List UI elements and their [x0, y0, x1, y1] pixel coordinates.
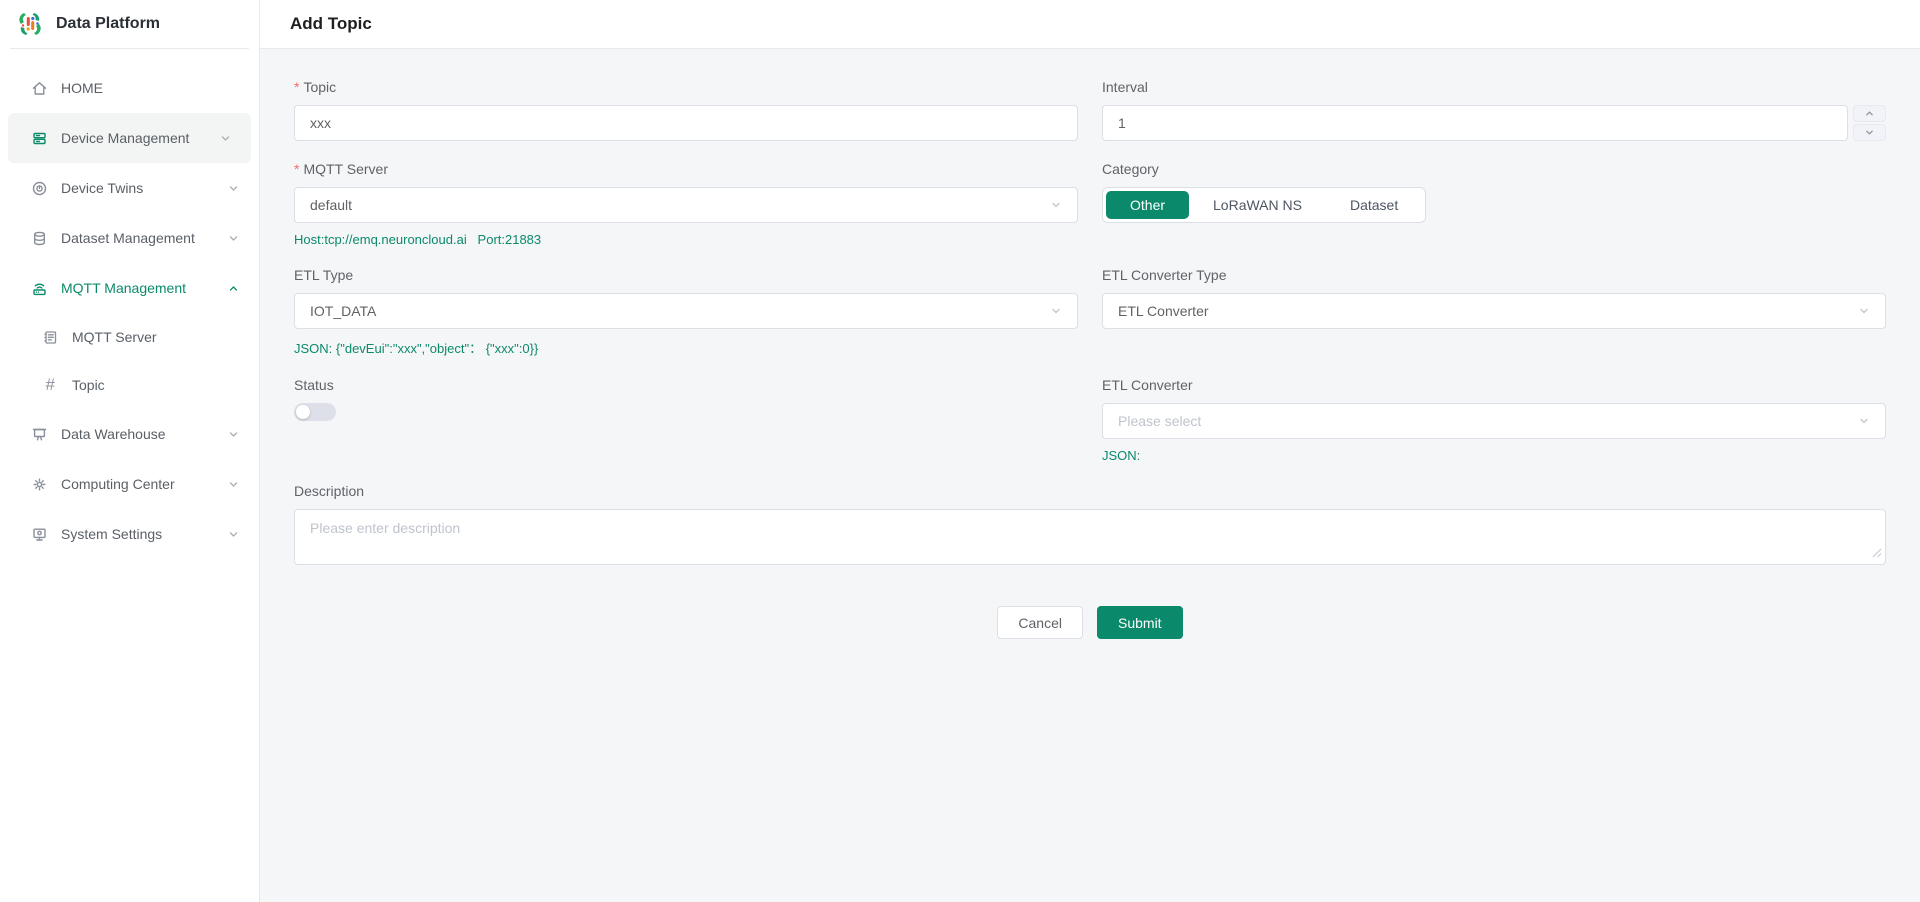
sidebar-item-mqtt-server[interactable]: MQTT Server [0, 313, 259, 361]
home-icon [30, 79, 48, 97]
status-toggle[interactable] [294, 403, 336, 421]
data-warehouse-icon [30, 425, 48, 443]
sidebar-item-computing-center[interactable]: Computing Center [0, 459, 259, 509]
app-title: Data Platform [56, 15, 160, 33]
chevron-down-icon [220, 133, 231, 144]
category-field: Category Other LoRaWAN NS Dataset [1102, 161, 1886, 247]
sidebar-item-topic[interactable]: # Topic [0, 361, 259, 409]
resize-handle-icon[interactable] [1872, 545, 1882, 563]
sidebar-item-home[interactable]: HOME [0, 63, 259, 113]
sidebar-item-label: MQTT Management [61, 280, 186, 296]
sidebar-item-label: Device Twins [61, 180, 143, 196]
main-content: Add Topic * Topic Interval [260, 0, 1920, 902]
topic-label: * Topic [294, 79, 1078, 95]
mqtt-server-value: default [310, 197, 352, 213]
chevron-down-icon [228, 233, 239, 244]
chevron-down-icon [228, 529, 239, 540]
sidebar-item-system-settings[interactable]: System Settings [0, 509, 259, 559]
etl-type-json-hint: JSON: {"devEui":"xxx","object"： {"xxx":0… [294, 338, 1078, 357]
required-asterisk: * [294, 79, 299, 95]
chevron-down-icon [228, 183, 239, 194]
category-option-lorawan-ns[interactable]: LoRaWAN NS [1189, 191, 1326, 219]
sidebar-item-mqtt-management[interactable]: MQTT Management [0, 263, 259, 313]
description-field: Description [294, 483, 1886, 570]
interval-label: Interval [1102, 79, 1886, 95]
mqtt-server-host-hint: Host:tcp://emq.neuroncloud.ai Port:21883 [294, 232, 1078, 247]
cancel-button[interactable]: Cancel [997, 606, 1083, 639]
interval-field: Interval [1102, 79, 1886, 141]
sidebar-item-dataset-management[interactable]: Dataset Management [0, 213, 259, 263]
sidebar-item-label: MQTT Server [72, 329, 157, 345]
chevron-up-icon [228, 283, 239, 294]
category-label: Category [1102, 161, 1886, 177]
chevron-down-icon [1050, 305, 1062, 317]
etl-converter-json-hint: JSON: [1102, 448, 1886, 463]
chevron-down-icon [1858, 415, 1870, 427]
sidebar-item-data-warehouse[interactable]: Data Warehouse [0, 409, 259, 459]
device-management-icon [30, 129, 48, 147]
category-segmented-control: Other LoRaWAN NS Dataset [1102, 187, 1426, 223]
device-twins-icon [30, 179, 48, 197]
etl-converter-placeholder: Please select [1118, 413, 1201, 429]
etl-type-field: ETL Type IOT_DATA JSON: {"devEui":"xxx",… [294, 267, 1078, 357]
sidebar-item-label: Data Warehouse [61, 426, 166, 442]
description-textarea[interactable] [294, 509, 1886, 565]
topic-field: * Topic [294, 79, 1078, 141]
status-field: Status [294, 377, 1078, 463]
etl-converter-type-value: ETL Converter [1118, 303, 1209, 319]
sidebar-item-device-twins[interactable]: Device Twins [0, 163, 259, 213]
etl-converter-type-select[interactable]: ETL Converter [1102, 293, 1886, 329]
sidebar-item-label: Dataset Management [61, 230, 195, 246]
category-option-dataset[interactable]: Dataset [1326, 191, 1422, 219]
etl-type-value: IOT_DATA [310, 303, 376, 319]
etl-converter-label: ETL Converter [1102, 377, 1886, 393]
mqtt-server-icon [41, 328, 59, 346]
interval-stepper [1853, 105, 1886, 141]
sidebar-item-label: HOME [61, 80, 103, 96]
page-header: Add Topic [260, 0, 1920, 49]
sidebar-menu: HOME Device Management Device Twins [0, 49, 259, 559]
chevron-down-icon [228, 479, 239, 490]
hash-icon: # [41, 376, 59, 394]
computing-center-icon [30, 475, 48, 493]
mqtt-management-icon [30, 279, 48, 297]
system-settings-icon [30, 525, 48, 543]
submit-button[interactable]: Submit [1097, 606, 1183, 639]
required-asterisk: * [294, 161, 299, 177]
etl-converter-type-field: ETL Converter Type ETL Converter [1102, 267, 1886, 357]
stepper-up-button[interactable] [1853, 105, 1886, 122]
etl-type-label: ETL Type [294, 267, 1078, 283]
sidebar-item-label: System Settings [61, 526, 162, 542]
chevron-down-icon [1050, 199, 1062, 211]
page-title: Add Topic [290, 14, 372, 34]
stepper-down-button[interactable] [1853, 124, 1886, 141]
app-logo-row: Data Platform [0, 0, 259, 48]
add-topic-form: * Topic Interval [260, 49, 1920, 639]
chevron-down-icon [1858, 305, 1870, 317]
mqtt-server-label: * MQTT Server [294, 161, 1078, 177]
etl-converter-select[interactable]: Please select [1102, 403, 1886, 439]
sidebar-item-label: Computing Center [61, 476, 175, 492]
mqtt-server-select[interactable]: default [294, 187, 1078, 223]
dataset-management-icon [30, 229, 48, 247]
form-actions: Cancel Submit [294, 606, 1886, 639]
sidebar-item-device-management[interactable]: Device Management [8, 113, 251, 163]
description-label: Description [294, 483, 1886, 499]
etl-converter-field: ETL Converter Please select JSON: [1102, 377, 1886, 463]
interval-input[interactable] [1102, 105, 1848, 141]
status-label: Status [294, 377, 1078, 393]
chevron-down-icon [228, 429, 239, 440]
sidebar-item-label: Topic [72, 377, 105, 393]
category-option-other[interactable]: Other [1106, 191, 1189, 219]
toggle-knob [296, 405, 310, 419]
topic-input[interactable] [294, 105, 1078, 141]
sidebar: Data Platform HOME Device Management [0, 0, 260, 902]
etl-converter-type-label: ETL Converter Type [1102, 267, 1886, 283]
app-logo-icon [14, 8, 46, 40]
etl-type-select[interactable]: IOT_DATA [294, 293, 1078, 329]
sidebar-item-label: Device Management [61, 130, 189, 146]
mqtt-server-field: * MQTT Server default Host:tcp://emq.neu… [294, 161, 1078, 247]
